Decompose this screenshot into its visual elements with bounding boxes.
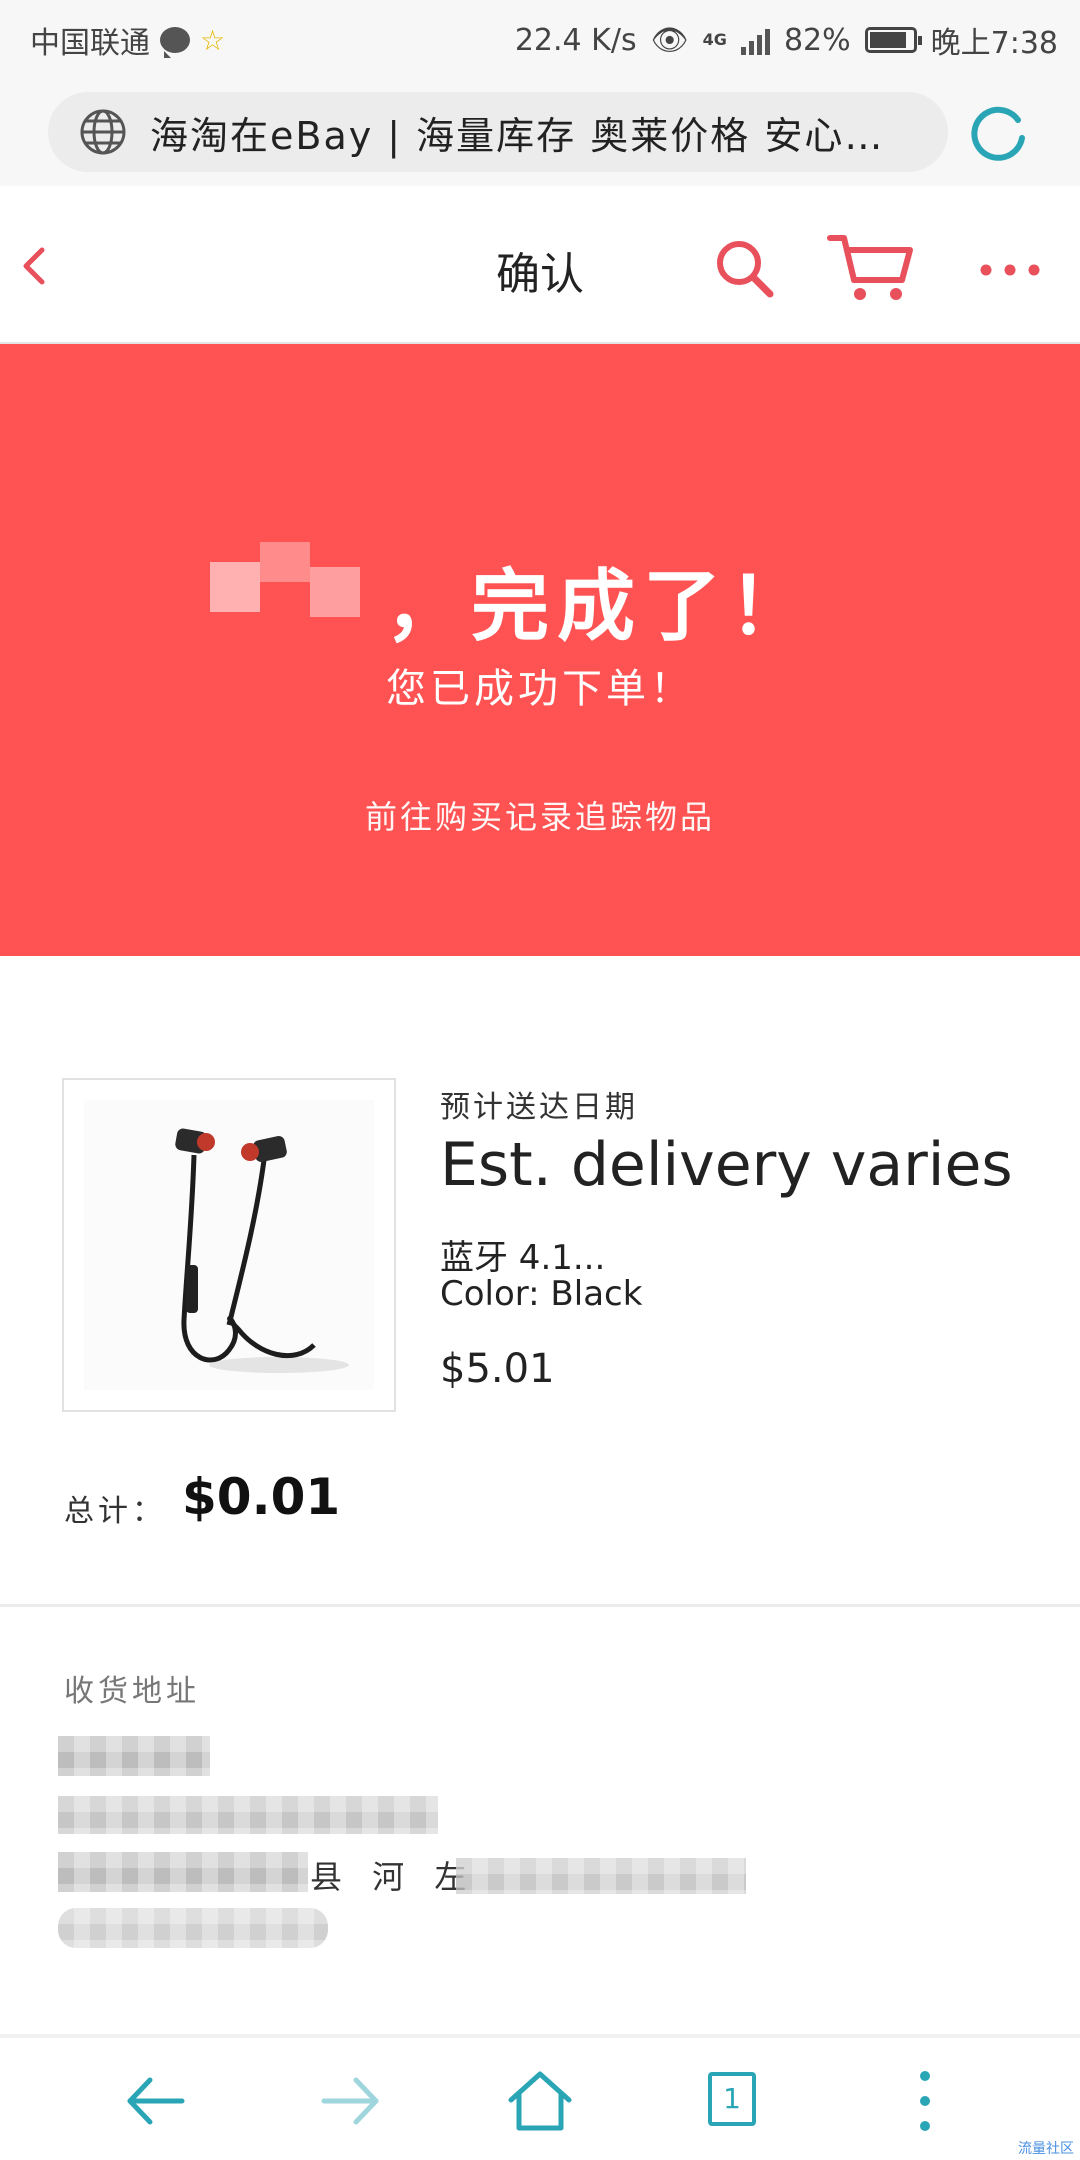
home-icon[interactable] <box>505 2066 575 2136</box>
shipping-address-heading: 收货地址 <box>64 1674 200 1709</box>
status-left: 中国联通 ☆ <box>30 18 225 62</box>
url-field[interactable]: 海淘在eBay | 海量库存 奥莱价格 安心… <box>48 92 948 172</box>
search-icon[interactable] <box>712 236 776 300</box>
item-title[interactable]: 蓝牙 4.1... <box>440 1230 605 1279</box>
delivery-date-value: Est. delivery varies <box>440 1130 1013 1200</box>
forward-arrow-icon[interactable] <box>316 2066 386 2136</box>
banner-subtitle: 您已成功下单！ <box>386 666 694 712</box>
status-right: 22.4 K/s 👁 4G 82% 晚上7:38 <box>515 18 1058 62</box>
chat-notification-icon <box>160 27 190 58</box>
item-price: $5.01 <box>440 1346 555 1392</box>
back-arrow-icon[interactable] <box>120 2066 190 2136</box>
item-color: Color: Black <box>440 1274 643 1314</box>
browser-address-bar: 海淘在eBay | 海量库存 奥莱价格 安心… <box>0 78 1080 186</box>
banner-title: ，完成了！ <box>384 561 815 652</box>
tab-count: 1 <box>723 2082 741 2115</box>
battery-icon <box>864 27 922 53</box>
url-text: 海淘在eBay | 海量库存 奥莱价格 安心… <box>150 113 885 158</box>
total-value: $0.01 <box>182 1468 341 1526</box>
menu-icon[interactable] <box>890 2066 960 2136</box>
cart-icon[interactable] <box>826 232 916 304</box>
page-header: 确认 <box>0 186 1080 344</box>
product-image[interactable] <box>62 1078 396 1412</box>
tabs-icon: 1 <box>708 2072 756 2126</box>
total-label: 总计： <box>64 1494 166 1529</box>
browser-bottom-bar: 1 流量社区 <box>0 2038 1080 2160</box>
battery-percent: 82% <box>783 22 851 58</box>
globe-icon <box>80 109 126 155</box>
status-bar: 中国联通 ☆ 22.4 K/s 👁 4G 82% 晚上7:38 <box>0 0 1080 78</box>
clock: 晚上7:38 <box>930 26 1058 61</box>
address-visible-fragment: 县 河 左 <box>310 1858 477 1896</box>
network-type: 4G <box>702 30 727 49</box>
delivery-date-label: 预计送达日期 <box>440 1090 638 1125</box>
watermark: 流量社区 <box>1018 2141 1074 2157</box>
page-title: 确认 <box>496 249 584 300</box>
carrier-label: 中国联通 <box>30 26 150 61</box>
more-icon[interactable] <box>978 262 1042 278</box>
order-confirmation-banner: ，完成了！ 您已成功下单！ 前往购买记录追踪物品 <box>0 344 1080 956</box>
tabs-button[interactable]: 1 <box>700 2066 770 2136</box>
eye-icon: 👁 <box>650 22 689 58</box>
signal-icon <box>740 25 770 55</box>
star-notification-icon: ☆ <box>200 23 226 57</box>
earphones-image <box>84 1100 374 1390</box>
reload-icon[interactable] <box>968 100 1032 164</box>
section-divider <box>0 1604 1080 1607</box>
purchase-history-link[interactable]: 前往购买记录追踪物品 <box>0 792 1080 838</box>
network-speed: 22.4 K/s <box>514 22 637 58</box>
